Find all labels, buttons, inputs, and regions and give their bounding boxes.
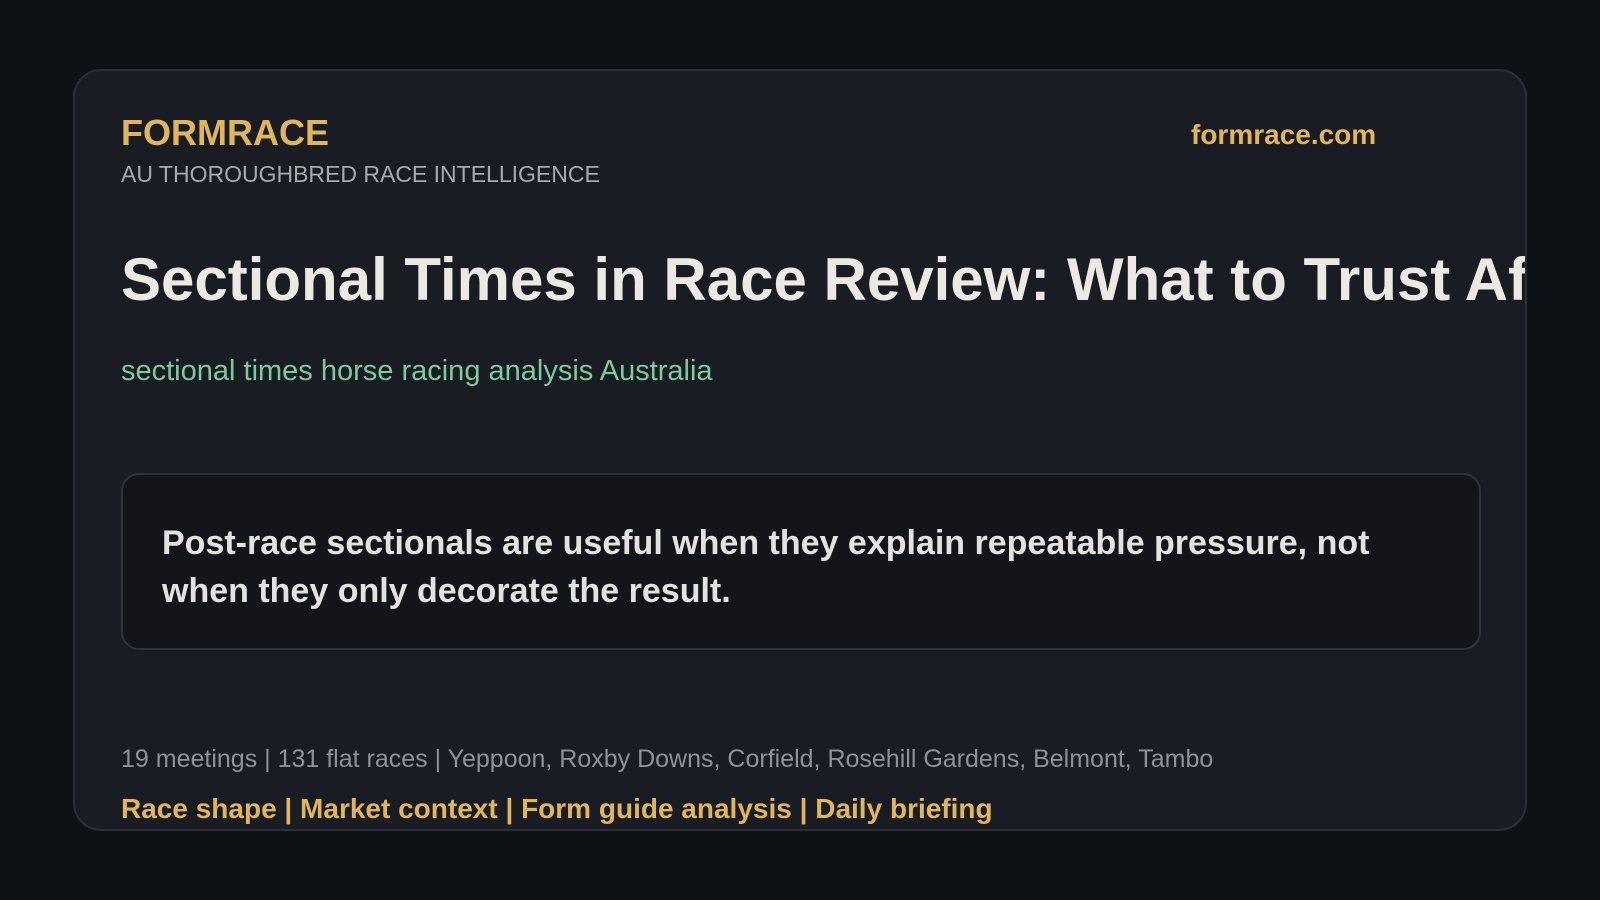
pull-quote-text: Post-race sectionals are useful when the…: [162, 524, 1370, 610]
topic-daily-briefing: Daily briefing: [815, 793, 993, 824]
pull-quote-box: Post-race sectionals are useful when the…: [121, 473, 1481, 650]
meeting-stats: 19 meetings | 131 flat races | Yeppoon, …: [121, 745, 1214, 773]
topic-race-shape: Race shape: [121, 793, 277, 824]
social-card: FORMRACE AU THOROUGHBRED RACE INTELLIGEN…: [73, 69, 1527, 831]
site-domain: formrace.com: [1191, 119, 1377, 150]
topic-separator: |: [276, 793, 301, 824]
article-headline: Sectional Times in Race Review: What to …: [121, 246, 1527, 313]
topic-separator: |: [791, 793, 816, 824]
topic-market-context: Market context: [300, 793, 498, 824]
keyword-line: sectional times horse racing analysis Au…: [121, 355, 713, 387]
topic-separator: |: [497, 793, 522, 824]
topic-list: Race shape | Market context | Form guide…: [121, 795, 993, 823]
brand-tagline: AU THOROUGHBRED RACE INTELLIGENCE: [121, 161, 600, 187]
brand-name: FORMRACE: [121, 112, 329, 153]
topic-form-guide-analysis: Form guide analysis: [521, 793, 792, 824]
